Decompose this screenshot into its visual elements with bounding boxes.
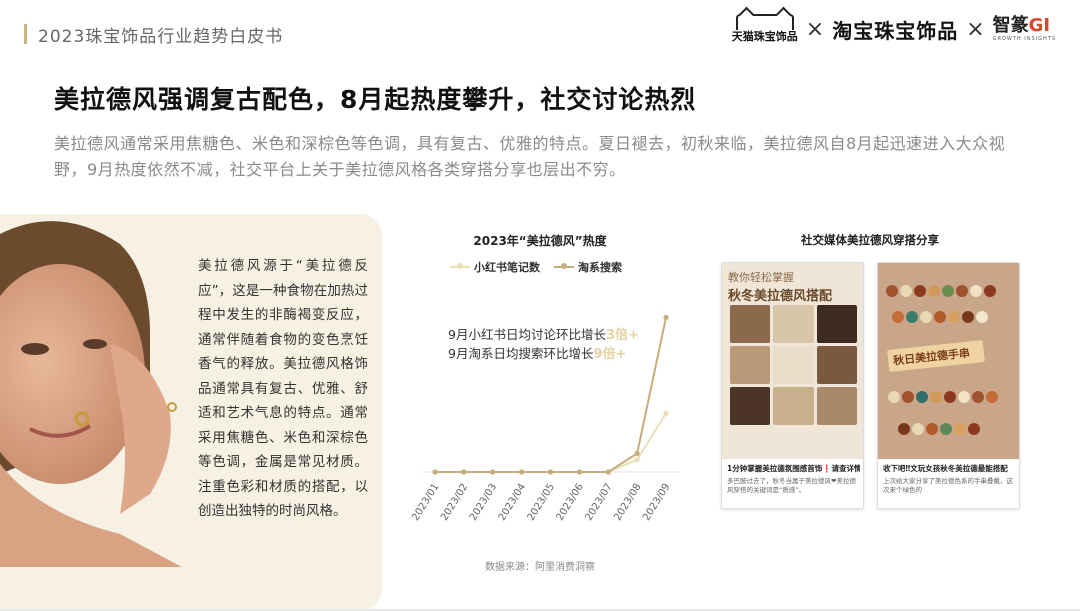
post-1-title: 1分钟掌握美拉德氛围感首饰❗请查详情	[727, 464, 860, 473]
data-point	[547, 469, 554, 475]
logo-separator: ×	[805, 16, 825, 42]
zhizhuan-logo: 智篆GI GROWTH INSIGHTS	[992, 15, 1056, 43]
data-source: 数据来源：阿里消费洞察	[485, 562, 595, 573]
x-tick-label: 2023/03	[468, 482, 499, 523]
annotation-taobao-text: 9月淘系日均搜索环比增长	[448, 346, 594, 361]
bead-bracelet-icon	[886, 285, 996, 297]
post-1-excerpt: 多巴胺过去了，秋冬当属于美拉德风❤美拉德风穿搭的关键词是“质感”。	[727, 477, 856, 494]
post-2-image: 秋日美拉德手串	[878, 263, 1019, 459]
document-title: 2023珠宝饰品行业趋势白皮书	[38, 27, 284, 47]
social-section-title: 社交媒体美拉德风穿搭分享	[801, 233, 939, 247]
maillard-description: 美拉德风源于“美拉德反应”，这是一种食物在加热过程中发生的非酶褐变反应，通常伴随…	[198, 258, 368, 519]
data-point	[634, 457, 640, 463]
model-portrait-image	[0, 214, 182, 567]
post-1-body: 1分钟掌握美拉德氛围感首饰❗请查详情 多巴胺过去了，秋冬当属于美拉德风❤美拉德风…	[722, 459, 863, 508]
x-tick-label: 2023/09	[641, 482, 672, 523]
x-tick-label: 2023/07	[583, 482, 614, 523]
tmall-cat-icon	[735, 14, 794, 30]
title-accent-bar	[24, 24, 27, 44]
post-2-banner: 秋日美拉德手串	[887, 340, 985, 372]
x-tick-label: 2023/08	[612, 482, 643, 523]
data-point	[663, 314, 669, 321]
intro-panel: 美拉德风源于“美拉德反应”，这是一种食物在加热过程中发生的非酶褐变反应，通常伴随…	[0, 214, 382, 611]
partner-logos: 天猫珠宝饰品 × 淘宝珠宝饰品 × 智篆GI GROWTH INSIGHTS	[732, 14, 1056, 44]
data-point	[519, 469, 525, 475]
post-1-photo-grid	[730, 305, 857, 425]
line-chart-svg: 2023/012023/022023/032023/042023/052023/…	[410, 314, 678, 523]
x-tick-label: 2023/01	[410, 482, 441, 523]
post-2-body: 收下吧‼文玩女孩秋冬美拉德最能搭配 上次给大家分享了美拉德色系的手串叠戴，这次来…	[878, 459, 1019, 508]
heat-chart: 2023年“美拉德风”热度 小红书笔记数 淘系搜索 2023/01 2023/02…	[390, 222, 690, 582]
post-2-title: 收下吧‼文玩女孩秋冬美拉德最能搭配	[883, 464, 1008, 473]
post-1-image: 教你轻松掌握 秋冬美拉德风搭配	[722, 263, 863, 459]
zhizhuan-gi-mark: GI	[1028, 15, 1051, 36]
bead-bracelet-icon	[892, 311, 988, 323]
bead-bracelet-icon	[888, 391, 998, 403]
data-point	[634, 450, 640, 457]
data-point	[461, 469, 467, 475]
annotation-xiaohongshu-text: 9月小红书日均讨论环比增长	[448, 327, 606, 342]
logo-separator: ×	[966, 16, 985, 42]
bead-bracelet-icon	[898, 423, 980, 435]
zhizhuan-logo-subtitle: GROWTH INSIGHTS	[992, 36, 1056, 42]
annotation-xiaohongshu-value: 3倍+	[605, 328, 639, 343]
post-2-excerpt: 上次给大家分享了美拉德色系的手串叠戴，这次来个绿色的	[883, 477, 1013, 494]
post-1-caption-top: 教你轻松掌握	[728, 271, 794, 284]
data-point	[576, 469, 582, 475]
x-tick-label: 2023/04	[497, 482, 528, 523]
annotation-xiaohongshu: 9月小红书日均讨论环比增长3倍+	[448, 324, 639, 343]
tmall-logo: 天猫珠宝饰品	[732, 14, 798, 44]
data-point	[663, 410, 669, 416]
page-headline: 美拉德风强调复古配色，8月起热度攀升，社交讨论热烈	[54, 85, 697, 114]
annotation-taobao-value: 9倍+	[593, 347, 627, 362]
x-tick-label: 2023/02	[439, 482, 470, 523]
tmall-logo-text: 天猫珠宝饰品	[731, 30, 798, 43]
social-post-card-2[interactable]: 秋日美拉德手串 收下吧‼文玩女孩秋冬美拉德最能搭配 上次给大家分享了美拉德色系的…	[877, 262, 1020, 509]
page-subtext: 美拉德风通常采用焦糖色、米色和深棕色等色调，具有复古、优雅的特点。夏日褪去，初秋…	[54, 134, 1006, 179]
data-point	[432, 469, 438, 475]
social-post-card-1[interactable]: 教你轻松掌握 秋冬美拉德风搭配 1分钟掌握美拉德氛围感首饰❗请查详情 多巴胺过去…	[721, 262, 864, 509]
annotation-taobao: 9月淘系日均搜索环比增长9倍+	[448, 343, 626, 362]
x-tick-label: 2023/06	[555, 482, 586, 523]
zhizhuan-logo-text: 智篆	[992, 15, 1029, 36]
post-1-caption-main: 秋冬美拉德风搭配	[728, 289, 833, 304]
series-line-xiaohongshu	[435, 412, 667, 473]
data-point	[605, 469, 611, 475]
taobao-logo: 淘宝珠宝饰品	[832, 18, 959, 43]
data-point	[490, 469, 496, 475]
x-tick-label: 2023/05	[526, 482, 557, 523]
